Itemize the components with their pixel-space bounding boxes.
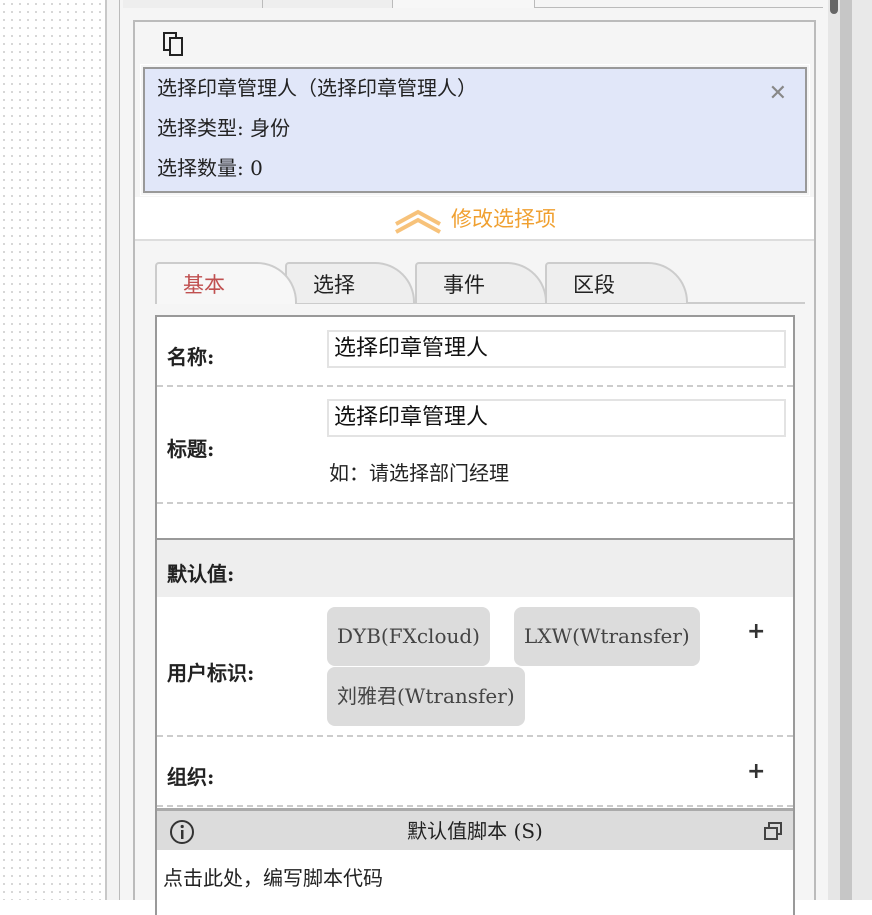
user-row: 用户标识: DYB(FXcloud) LXW(Wtransfer) 刘雅君(Wt… [157,597,793,737]
user-chip[interactable]: DYB(FXcloud) [327,607,490,666]
script-title: 默认值脚本 (S) [407,819,543,843]
selection-control-editor: 选择印章管理人（选择印章管理人） 选择类型: 身份 选择数量: 0 ✕ 修改选择… [133,20,816,915]
top-tab[interactable] [123,0,263,8]
script-header: 默认值脚本 (S) [157,808,793,850]
selection-title: 选择印章管理人（选择印章管理人） [157,76,477,100]
basic-form: 名称: 选择印章管理人 标题: 选择印章管理人 如：请选择部门经理 默认值: 用… [155,315,795,915]
selection-count: 选择数量: 0 [157,156,263,180]
right-edge [840,0,872,900]
org-label: 组织: [167,765,215,789]
top-tab[interactable] [393,0,535,8]
selection-summary[interactable]: 选择印章管理人（选择印章管理人） 选择类型: 身份 选择数量: 0 ✕ [140,64,810,196]
close-icon[interactable]: ✕ [769,81,787,106]
title-label: 标题: [167,437,215,461]
scrollbar[interactable] [828,0,840,900]
org-row: 组织: + [157,737,793,807]
double-chevron-up-icon [395,209,441,234]
title-hint: 如：请选择部门经理 [329,461,509,485]
modify-selection-label: 修改选择项 [451,207,556,231]
title-input[interactable]: 选择印章管理人 [327,399,786,437]
tab-bar: 基本 选择 事件 区段 [155,262,805,304]
modify-selection-button[interactable]: 修改选择项 [135,197,814,241]
scrollbar-thumb[interactable] [830,0,838,14]
user-chip[interactable]: 刘雅君(Wtransfer) [327,667,525,726]
add-user-icon[interactable]: + [747,619,765,644]
copy-icon[interactable] [163,32,185,56]
name-label: 名称: [167,345,215,369]
spacer-row [157,504,793,540]
user-chip[interactable]: LXW(Wtransfer) [514,607,700,666]
name-input[interactable]: 选择印章管理人 [327,330,786,368]
script-editor[interactable]: 点击此处，编写脚本代码 [163,862,383,891]
top-tab[interactable] [263,0,393,8]
tab-section[interactable]: 区段 [545,262,688,303]
selection-type: 选择类型: 身份 [157,116,291,140]
top-tabs [123,0,823,8]
canvas-background [0,0,105,900]
tab-select[interactable]: 选择 [285,262,415,303]
default-value-label: 默认值: [167,562,235,586]
default-value-header: 默认值: [157,540,793,597]
tab-basic[interactable]: 基本 [155,262,297,304]
info-icon[interactable] [169,819,195,845]
title-row: 标题: 选择印章管理人 如：请选择部门经理 [157,387,793,504]
tab-events[interactable]: 事件 [415,262,547,303]
add-org-icon[interactable]: + [747,759,765,784]
divider [107,0,120,900]
name-row: 名称: 选择印章管理人 [157,317,793,387]
user-label: 用户标识: [167,661,255,685]
maximize-icon[interactable] [763,821,783,841]
